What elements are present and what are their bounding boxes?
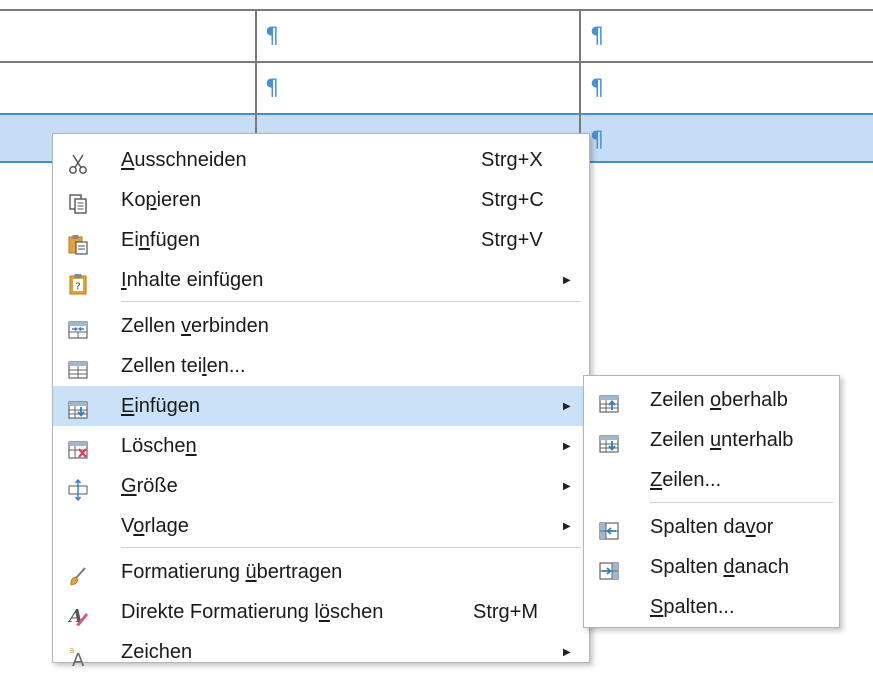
menu-item-split-cells[interactable]: Zellen teilen... <box>53 346 589 386</box>
format-paintbrush-icon <box>67 561 89 586</box>
menu-separator <box>121 301 581 302</box>
paste-icon <box>67 229 89 255</box>
submenu-arrow-icon: ▶ <box>563 275 571 286</box>
character-icon: Aa <box>67 641 89 671</box>
split-cells-icon <box>67 355 89 379</box>
table-cell[interactable]: ¶ <box>265 26 279 48</box>
menu-item-merge-cells[interactable]: Zellen verbinden <box>53 306 589 346</box>
menu-item-label: Zeichen <box>121 641 193 663</box>
menu-item-label: Vorlage <box>121 515 189 537</box>
shortcut-label: Strg+V <box>481 229 543 251</box>
menu-item-label: Spalten danach <box>650 556 790 578</box>
menu-item-clone-formatting[interactable]: Formatierung übertragen <box>53 552 589 592</box>
shortcut-label: Strg+X <box>481 149 543 171</box>
menu-separator <box>121 547 581 548</box>
menu-item-label: Ausschneiden <box>121 149 247 171</box>
insert-columns-before-icon <box>598 516 620 540</box>
submenu-item-columns-before[interactable]: Spalten davor <box>584 507 839 547</box>
submenu-item-rows-dialog[interactable]: Zeilen... <box>584 460 839 500</box>
menu-item-copy[interactable]: Kopieren Strg+C <box>53 180 589 220</box>
context-menu: Ausschneiden Strg+X Kopieren Strg+C Einf… <box>52 133 590 671</box>
menu-item-cut[interactable]: Ausschneiden Strg+X <box>53 140 589 180</box>
merge-cells-icon <box>67 315 89 339</box>
menu-item-label: Löschen <box>121 435 197 457</box>
table-cell[interactable]: ¶ <box>265 78 279 100</box>
menu-item-clear-direct-formatting[interactable]: A Direkte Formatierung löschen Strg+M <box>53 592 589 632</box>
insert-columns-after-icon <box>598 556 620 580</box>
menu-item-label: Zeilen... <box>650 469 722 491</box>
insert-rows-above-icon <box>598 389 620 413</box>
menu-item-label: Einfügen <box>121 229 200 251</box>
table-cell[interactable]: ¶ <box>590 26 604 48</box>
menu-item-character[interactable]: Aa Zeichen ▶ <box>53 632 589 672</box>
menu-item-size[interactable]: Größe ▶ <box>53 466 589 506</box>
menu-item-label: Zellen teilen... <box>121 355 246 377</box>
menu-item-label: Größe <box>121 475 178 497</box>
table-cell[interactable]: ¶ <box>590 130 604 152</box>
svg-text:?: ? <box>75 282 80 293</box>
submenu-item-rows-above[interactable]: Zeilen oberhalb <box>584 380 839 420</box>
menu-item-label: Zeilen oberhalb <box>650 389 788 411</box>
menu-item-paste[interactable]: Einfügen Strg+V <box>53 220 589 260</box>
clear-formatting-icon: A <box>67 601 89 627</box>
submenu-item-columns-dialog[interactable]: Spalten... <box>584 587 839 627</box>
table-border <box>0 61 873 63</box>
menu-item-label: Direkte Formatierung löschen <box>121 601 384 623</box>
scissors-icon <box>67 149 89 174</box>
menu-item-label: Formatierung übertragen <box>121 561 343 583</box>
menu-item-insert[interactable]: Einfügen ▶ <box>53 386 589 426</box>
menu-separator <box>650 502 833 503</box>
copy-icon <box>67 189 89 214</box>
menu-item-style[interactable]: Vorlage ▶ <box>53 506 589 546</box>
insert-table-icon <box>67 395 89 419</box>
menu-item-label: Einfügen <box>121 395 200 417</box>
shortcut-label: Strg+C <box>481 189 544 211</box>
submenu-arrow-icon: ▶ <box>563 521 571 532</box>
table-border <box>0 9 873 11</box>
insert-rows-below-icon <box>598 429 620 453</box>
submenu-arrow-icon: ▶ <box>563 647 571 658</box>
size-icon <box>67 475 89 502</box>
menu-item-label: Spalten davor <box>650 516 774 538</box>
menu-item-label: Spalten... <box>650 596 735 618</box>
submenu-item-rows-below[interactable]: Zeilen unterhalb <box>584 420 839 460</box>
submenu-arrow-icon: ▶ <box>563 401 571 412</box>
delete-table-icon <box>67 435 89 459</box>
menu-item-label: Inhalte einfügen <box>121 269 264 291</box>
table-cell[interactable]: ¶ <box>590 78 604 100</box>
menu-item-label: Kopieren <box>121 189 202 211</box>
submenu-arrow-icon: ▶ <box>563 481 571 492</box>
paste-special-icon: ? <box>67 269 89 295</box>
menu-item-label: Zeilen unterhalb <box>650 429 794 451</box>
insert-submenu: Zeilen oberhalb Zeilen unterhalb Zeilen.… <box>583 375 840 628</box>
submenu-item-columns-after[interactable]: Spalten danach <box>584 547 839 587</box>
submenu-arrow-icon: ▶ <box>563 441 571 452</box>
menu-item-delete[interactable]: Löschen ▶ <box>53 426 589 466</box>
svg-text:a: a <box>69 646 75 656</box>
shortcut-label: Strg+M <box>473 601 539 623</box>
menu-item-paste-special[interactable]: ? Inhalte einfügen ▶ <box>53 260 589 300</box>
menu-item-label: Zellen verbinden <box>121 315 269 337</box>
